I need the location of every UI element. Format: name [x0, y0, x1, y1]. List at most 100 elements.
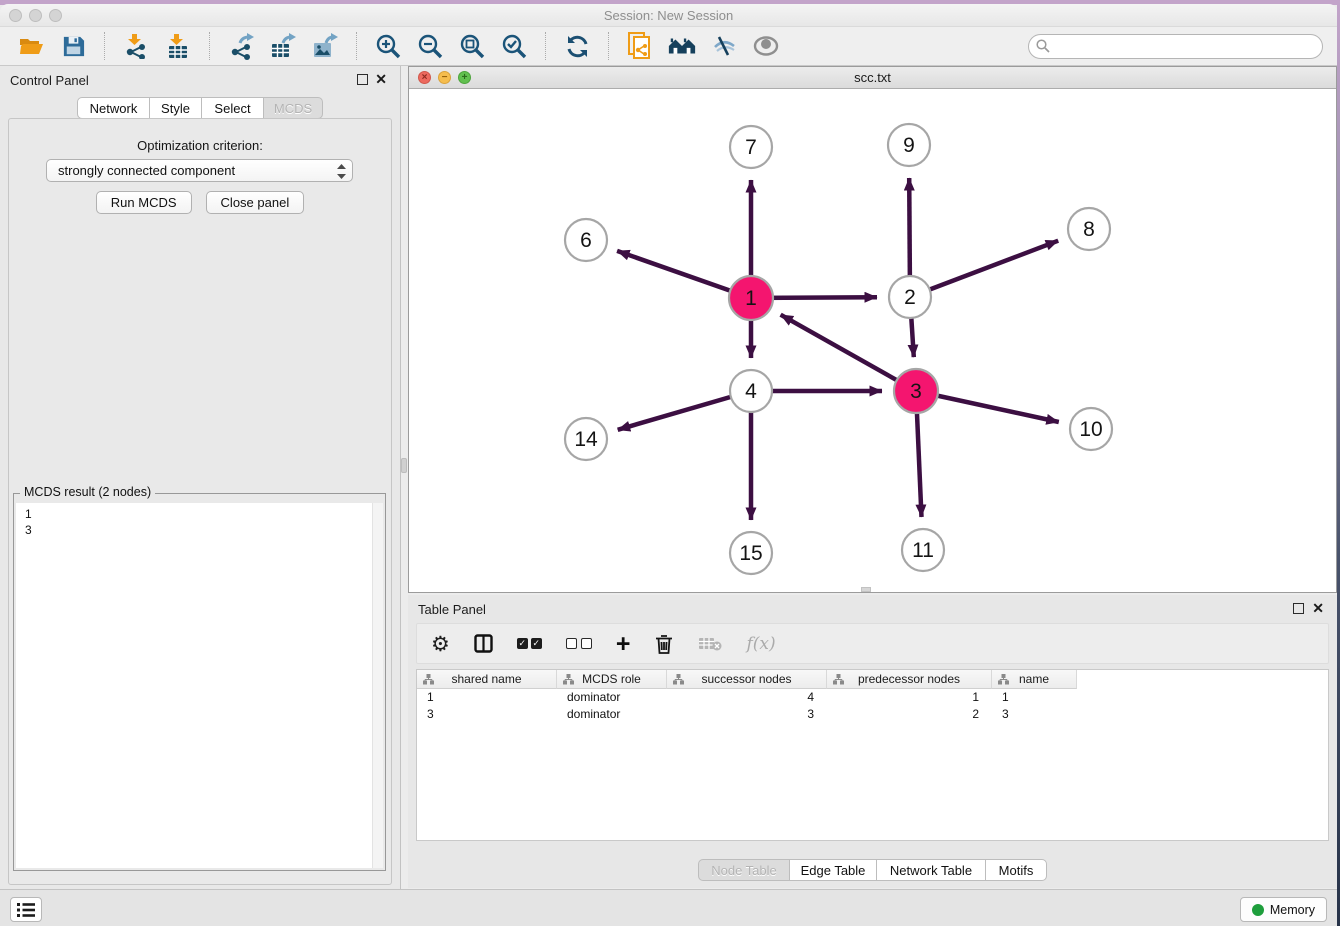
function-builder-icon[interactable]: f(x) [746, 631, 775, 657]
open-session-icon[interactable] [16, 31, 46, 61]
svg-text:4: 4 [745, 380, 757, 403]
graph-node-8[interactable]: 8 [1068, 208, 1110, 250]
criterion-label: Optimization criterion: [9, 138, 391, 153]
import-table-icon[interactable] [163, 31, 193, 61]
network-canvas[interactable]: 1 2 3 4 6 7 8 9 10 11 14 15 [409, 89, 1336, 592]
refresh-layout-icon[interactable] [562, 31, 592, 61]
tab-motifs[interactable]: Motifs [985, 859, 1047, 881]
close-panel-button[interactable]: Close panel [206, 191, 305, 214]
graph-node-2[interactable]: 2 [889, 276, 931, 318]
search-field[interactable] [1028, 34, 1323, 59]
svg-text:14: 14 [574, 428, 598, 451]
run-mcds-button[interactable]: Run MCDS [96, 191, 192, 214]
delete-table-icon[interactable] [698, 631, 722, 657]
split-panel-icon[interactable] [474, 631, 493, 657]
tab-network-table[interactable]: Network Table [876, 859, 986, 881]
svg-text:7: 7 [745, 136, 757, 159]
tab-select[interactable]: Select [201, 97, 264, 119]
zoom-in-icon[interactable] [373, 31, 403, 61]
zoom-selected-icon[interactable] [499, 31, 529, 61]
table-settings-icon[interactable]: ⚙ [431, 631, 450, 657]
search-input[interactable] [1054, 39, 1304, 54]
tab-network[interactable]: Network [77, 97, 150, 119]
export-table-icon[interactable] [268, 31, 298, 61]
table-row[interactable]: 1dominator411 [417, 689, 1328, 706]
float-panel-icon[interactable] [357, 74, 368, 85]
save-session-icon[interactable] [58, 31, 88, 61]
hierarchy-icon [998, 674, 1009, 688]
tab-edge-table[interactable]: Edge Table [789, 859, 877, 881]
toolbar-separator [209, 32, 210, 60]
graph-node-1[interactable]: 1 [729, 276, 773, 320]
close-panel-icon[interactable]: ✕ [375, 71, 387, 87]
import-network-icon[interactable] [121, 31, 151, 61]
column-header-successor-nodes[interactable]: successor nodes [667, 670, 827, 689]
table-cell: 4 [667, 689, 827, 706]
svg-text:6: 6 [580, 229, 592, 252]
memory-label: Memory [1270, 903, 1315, 917]
splitter-grip-horizontal[interactable] [861, 587, 871, 592]
network-window-titlebar[interactable]: × − + scc.txt [409, 67, 1336, 89]
add-column-icon[interactable]: + [616, 631, 631, 657]
column-header-name[interactable]: name [992, 670, 1077, 689]
svg-text:8: 8 [1083, 218, 1095, 241]
table-tabs: Node Table Edge Table Network Table Moti… [408, 859, 1337, 881]
svg-text:9: 9 [903, 134, 915, 157]
export-network-icon[interactable] [226, 31, 256, 61]
svg-text:3: 3 [910, 380, 922, 403]
search-icon [1036, 39, 1050, 53]
mcds-panel: Optimization criterion: strongly connect… [8, 118, 392, 885]
float-table-panel-icon[interactable] [1293, 603, 1304, 614]
graph-edge-3-1[interactable] [781, 315, 916, 391]
criterion-dropdown[interactable]: strongly connected component [46, 159, 353, 182]
graph-edge-2-8[interactable] [910, 241, 1058, 297]
column-header-shared-name[interactable]: shared name [417, 670, 557, 689]
table-cell: dominator [557, 706, 667, 723]
graph-node-6[interactable]: 6 [565, 219, 607, 261]
mcds-result-box: MCDS result (2 nodes) 1 3 [13, 493, 386, 871]
status-bar: Memory [0, 889, 1337, 926]
table-cell: 3 [992, 706, 1077, 723]
graph-node-3[interactable]: 3 [894, 369, 938, 413]
graph-node-4[interactable]: 4 [730, 370, 772, 412]
graph-node-10[interactable]: 10 [1070, 408, 1112, 450]
graph-node-14[interactable]: 14 [565, 418, 607, 460]
svg-text:1: 1 [745, 287, 757, 310]
table-cell: 1 [827, 689, 992, 706]
network-graph[interactable]: 1 2 3 4 6 7 8 9 10 11 14 15 [409, 89, 1336, 592]
deselect-all-icon[interactable] [566, 631, 592, 657]
hide-details-icon[interactable] [709, 31, 739, 61]
zoom-fit-icon[interactable] [457, 31, 487, 61]
result-scrollbar[interactable] [372, 503, 383, 868]
birdseye-navigator-icon[interactable] [751, 31, 781, 61]
tab-mcds[interactable]: MCDS [263, 97, 323, 119]
network-from-file-icon[interactable] [625, 31, 655, 61]
task-list-icon [16, 901, 36, 919]
table-toolbar: ⚙ ✓✓ + f(x) [416, 623, 1329, 664]
mcds-result-area[interactable]: 1 3 [16, 503, 383, 868]
export-image-icon[interactable] [310, 31, 340, 61]
control-panel-title: Control Panel [10, 73, 89, 88]
home-layout-icon[interactable] [667, 31, 697, 61]
task-history-button[interactable] [10, 897, 42, 922]
memory-button[interactable]: Memory [1240, 897, 1327, 922]
column-header-predecessor-nodes[interactable]: predecessor nodes [827, 670, 992, 689]
close-table-panel-icon[interactable]: ✕ [1312, 600, 1324, 616]
memory-status-icon [1252, 904, 1264, 916]
graph-node-11[interactable]: 11 [902, 529, 944, 571]
column-header-mcds-role[interactable]: MCDS role [557, 670, 667, 689]
tab-node-table[interactable]: Node Table [698, 859, 790, 881]
graph-node-9[interactable]: 9 [888, 124, 930, 166]
zoom-out-icon[interactable] [415, 31, 445, 61]
graph-node-7[interactable]: 7 [730, 126, 772, 168]
delete-column-icon[interactable] [654, 631, 674, 657]
table-row[interactable]: 3dominator323 [417, 706, 1328, 723]
svg-text:11: 11 [912, 539, 934, 562]
graph-node-15[interactable]: 15 [730, 532, 772, 574]
select-all-icon[interactable]: ✓✓ [517, 631, 542, 657]
tab-style[interactable]: Style [149, 97, 202, 119]
splitter-grip-vertical[interactable] [401, 458, 407, 473]
criterion-value: strongly connected component [58, 163, 235, 178]
svg-text:2: 2 [904, 286, 916, 309]
svg-text:10: 10 [1079, 418, 1102, 441]
